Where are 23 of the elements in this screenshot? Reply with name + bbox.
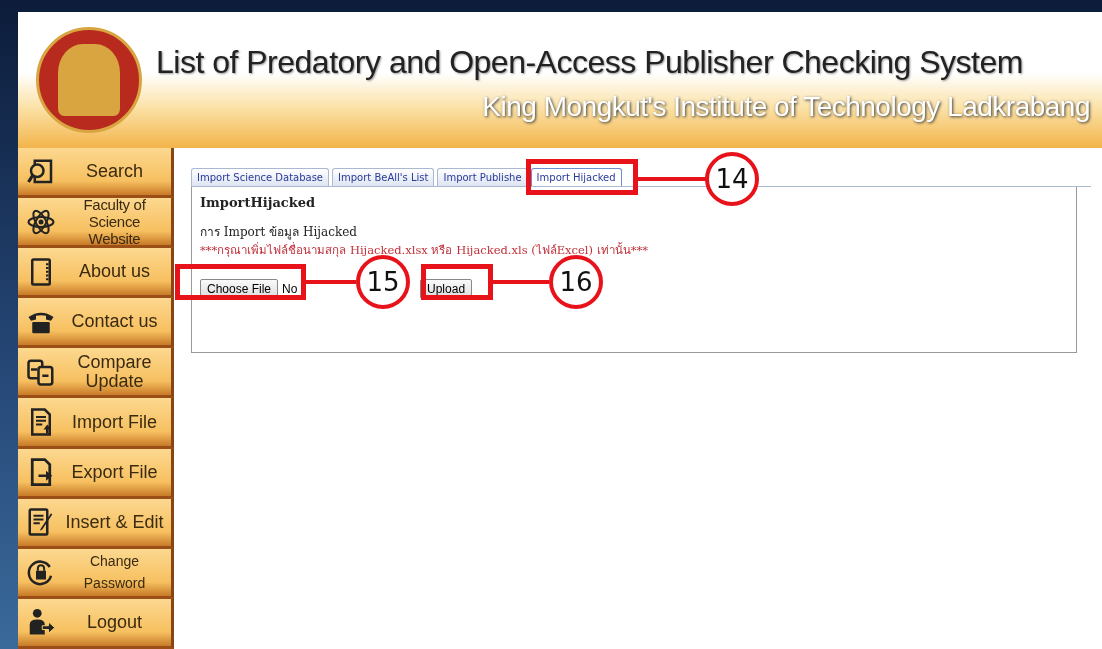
- sidebar-button[interactable]: Logout: [18, 598, 174, 649]
- site-title: List of Predatory and Open-Access Publisher Checking System: [156, 43, 1024, 81]
- callout-number: 15: [356, 255, 410, 309]
- site-subtitle: King Mongkut's Institute of Technology Ladkrabang: [482, 90, 1090, 123]
- highlight-frame: [421, 264, 493, 300]
- sidebar-button[interactable]: Compare Update: [18, 348, 174, 399]
- callout-number: 14: [705, 152, 759, 206]
- sidebar-button[interactable]: Insert & Edit: [18, 498, 174, 549]
- sidebar-button[interactable]: Faculty of Science Website: [18, 198, 174, 249]
- sidebar-button[interactable]: About us: [18, 248, 174, 299]
- callout-number: 16: [549, 255, 603, 309]
- sidebar-button[interactable]: Contact us: [18, 298, 174, 349]
- tab[interactable]: Import BeAll's List: [332, 168, 435, 186]
- tab[interactable]: Import Hijacked: [530, 168, 622, 186]
- sidebar-button[interactable]: Change Password: [18, 548, 174, 599]
- tab[interactable]: Import Science Database: [191, 168, 330, 186]
- file-status-text: No: [282, 282, 299, 296]
- description-text: การ Import ข้อมูล Hijacked: [200, 224, 358, 241]
- tab[interactable]: Import Publishe: [437, 168, 528, 186]
- sidebar-button[interactable]: Export File: [18, 448, 174, 499]
- sidebar-button[interactable]: Import File: [18, 398, 174, 449]
- panel-heading: ImportHijacked: [200, 195, 317, 210]
- sidebar-button[interactable]: Search: [18, 148, 174, 199]
